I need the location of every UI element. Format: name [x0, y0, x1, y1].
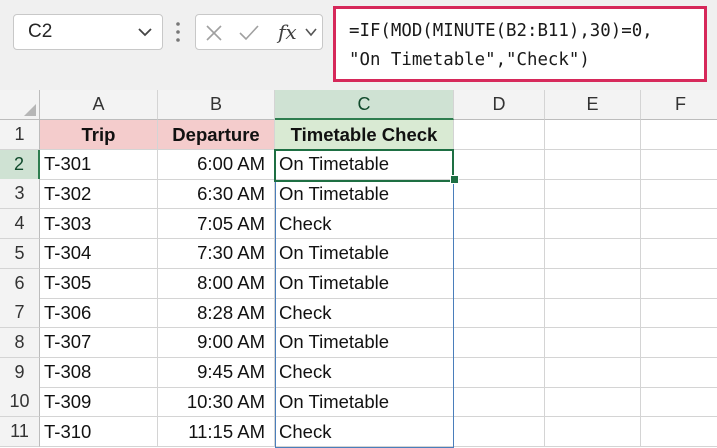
cell-d5[interactable] — [454, 238, 545, 269]
cell-e10[interactable] — [545, 387, 641, 418]
row-header-4[interactable]: 4 — [0, 209, 40, 240]
formula-bar-area: C2 fx =IF(MOD(MINUTE(B2:B11),30)=0, "On … — [0, 0, 717, 90]
fill-handle[interactable] — [450, 175, 459, 185]
cell-a10[interactable]: T-309 — [40, 387, 158, 418]
cancel-icon[interactable] — [204, 23, 224, 43]
cell-e7[interactable] — [545, 298, 641, 329]
cell-a3[interactable]: T-302 — [40, 179, 158, 210]
cell-a9[interactable]: T-308 — [40, 357, 158, 388]
cell-f7[interactable] — [641, 298, 717, 329]
cell-b7[interactable]: 8:28 AM — [158, 298, 275, 329]
cell-c3[interactable]: On Timetable — [275, 179, 454, 210]
cell-e11[interactable] — [545, 417, 641, 447]
cell-f8[interactable] — [641, 328, 717, 358]
cell-e1[interactable] — [545, 120, 641, 150]
cell-a11[interactable]: T-310 — [40, 417, 158, 447]
select-all-corner[interactable] — [0, 90, 40, 120]
cell-b8[interactable]: 9:00 AM — [158, 327, 275, 358]
cell-f1[interactable] — [641, 120, 717, 150]
cell-c7[interactable]: Check — [275, 298, 454, 329]
cell-d9[interactable] — [454, 357, 545, 388]
cell-c1-timetable-check-header[interactable]: Timetable Check — [275, 120, 454, 150]
cell-f2[interactable] — [641, 150, 717, 180]
cell-d3[interactable] — [454, 179, 545, 210]
more-options-icon[interactable] — [174, 18, 182, 46]
cell-c6[interactable]: On Timetable — [275, 268, 454, 299]
cell-e9[interactable] — [545, 357, 641, 388]
column-header-d[interactable]: D — [454, 90, 545, 120]
cell-d7[interactable] — [454, 298, 545, 329]
column-header-f[interactable]: F — [641, 90, 717, 120]
insert-function-icon[interactable]: fx — [278, 20, 297, 44]
cell-f5[interactable] — [641, 239, 717, 269]
chevron-down-icon[interactable] — [304, 25, 318, 39]
formula-line-2: "On Timetable","Check") — [349, 50, 590, 70]
cell-b1-departure-header[interactable]: Departure — [158, 120, 275, 150]
cell-f4[interactable] — [641, 209, 717, 240]
cell-f10[interactable] — [641, 387, 717, 418]
formula-buttons: fx — [195, 14, 323, 50]
row-header-8[interactable]: 8 — [0, 327, 40, 358]
cell-a1-trip-header[interactable]: Trip — [40, 120, 158, 150]
cell-e2[interactable] — [545, 149, 641, 180]
cell-b5[interactable]: 7:30 AM — [158, 238, 275, 269]
cell-c4[interactable]: Check — [275, 209, 454, 240]
cell-e6[interactable] — [545, 268, 641, 299]
cell-b3[interactable]: 6:30 AM — [158, 179, 275, 210]
cell-e3[interactable] — [545, 179, 641, 210]
cell-b4[interactable]: 7:05 AM — [158, 209, 275, 240]
cell-c8[interactable]: On Timetable — [275, 327, 454, 358]
cell-b2[interactable]: 6:00 AM — [158, 149, 275, 180]
name-box-value: C2 — [28, 21, 53, 42]
column-header-c[interactable]: C — [275, 90, 454, 120]
formula-line-1: =IF(MOD(MINUTE(B2:B11),30)=0, — [349, 21, 653, 41]
formula-input[interactable]: =IF(MOD(MINUTE(B2:B11),30)=0, "On Timeta… — [333, 6, 707, 82]
row-header-5[interactable]: 5 — [0, 238, 40, 269]
column-header-a[interactable]: A — [40, 90, 158, 120]
enter-check-icon[interactable] — [238, 23, 260, 43]
row-header-3[interactable]: 3 — [0, 179, 40, 210]
cell-a2[interactable]: T-301 — [40, 149, 158, 180]
cell-a8[interactable]: T-307 — [40, 327, 158, 358]
cell-a4[interactable]: T-303 — [40, 209, 158, 240]
cell-b6[interactable]: 8:00 AM — [158, 268, 275, 299]
cell-a6[interactable]: T-305 — [40, 268, 158, 299]
cell-c2[interactable]: On Timetable — [275, 149, 454, 180]
cell-a5[interactable]: T-304 — [40, 238, 158, 269]
cell-b11[interactable]: 11:15 AM — [158, 417, 275, 447]
name-box[interactable]: C2 — [13, 14, 163, 50]
row-header-9[interactable]: 9 — [0, 357, 40, 388]
cell-f3[interactable] — [641, 179, 717, 210]
cell-d6[interactable] — [454, 268, 545, 299]
row-header-2[interactable]: 2 — [0, 149, 40, 180]
chevron-down-icon[interactable] — [136, 23, 154, 41]
row-header-11[interactable]: 11 — [0, 417, 40, 447]
column-header-b[interactable]: B — [158, 90, 275, 120]
cell-c10[interactable]: On Timetable — [275, 387, 454, 418]
column-header-e[interactable]: E — [545, 90, 641, 120]
row-header-7[interactable]: 7 — [0, 298, 40, 329]
cell-d11[interactable] — [454, 417, 545, 447]
cell-d4[interactable] — [454, 209, 545, 240]
row-header-10[interactable]: 10 — [0, 387, 40, 418]
cell-f9[interactable] — [641, 358, 717, 388]
cell-b10[interactable]: 10:30 AM — [158, 387, 275, 418]
cell-c9[interactable]: Check — [275, 357, 454, 388]
cell-d1[interactable] — [454, 120, 545, 150]
cell-f11[interactable] — [641, 417, 717, 447]
cell-d10[interactable] — [454, 387, 545, 418]
cell-f6[interactable] — [641, 269, 717, 299]
cell-a7[interactable]: T-306 — [40, 298, 158, 329]
cell-d8[interactable] — [454, 327, 545, 358]
cell-e5[interactable] — [545, 238, 641, 269]
cell-e8[interactable] — [545, 327, 641, 358]
cell-b9[interactable]: 9:45 AM — [158, 357, 275, 388]
row-header-1[interactable]: 1 — [0, 120, 40, 150]
cell-d2[interactable] — [454, 149, 545, 180]
row-header-6[interactable]: 6 — [0, 268, 40, 299]
cell-e4[interactable] — [545, 209, 641, 240]
cell-c11[interactable]: Check — [275, 417, 454, 447]
cell-c5[interactable]: On Timetable — [275, 238, 454, 269]
